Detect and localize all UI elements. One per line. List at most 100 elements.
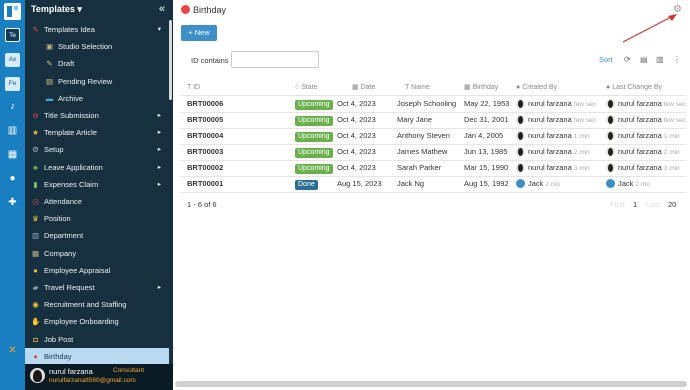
pdf-icon[interactable]: ▤ (640, 55, 648, 64)
table-row[interactable]: BRT00004 Upcoming Oct 4, 2023 Anthony Steve… (181, 128, 686, 144)
collapse-sidebar-icon[interactable]: « (159, 3, 165, 15)
export-icon[interactable]: ▥ (656, 55, 664, 64)
palm-icon: ♣ (33, 162, 38, 172)
user-footer[interactable]: nurul farzana Consultant nurulfarzana856… (25, 364, 173, 390)
workspace-te[interactable]: Te (5, 28, 20, 42)
sidebar-item-label: Travel Request (44, 283, 95, 292)
gear-icon: ⚙ (32, 145, 39, 155)
app-logo[interactable] (4, 3, 21, 20)
sidebar-title: Templates (31, 4, 75, 14)
cell-changed-by: Jack 2 mo (618, 176, 690, 192)
col-header-name[interactable]: T Name (405, 80, 430, 95)
sidebar-item-attendance[interactable]: ◷ Attendance (25, 193, 169, 210)
col-header-birthday[interactable]: ▦ Birthday (464, 80, 498, 95)
pager-size[interactable]: 20 (668, 200, 676, 209)
sidebar-item-label: Department (44, 231, 84, 241)
cell-name: Anthony Steven (397, 131, 450, 140)
sidebar-item-employee-onboarding[interactable]: ✋ Employee Onboarding (25, 313, 169, 330)
sidebar-item-travel-request[interactable]: ▰ Travel Request ▸ (25, 279, 169, 296)
workspace-fe[interactable]: Fe (5, 77, 20, 91)
status-badge: Upcoming (295, 100, 333, 110)
annotation-arrow (622, 14, 677, 43)
sidebar-item-title-submission[interactable]: ⊖ Title Submission ▸ (25, 107, 169, 124)
sidebar-item-template-article[interactable]: ★ Template Article ▸ (25, 124, 169, 141)
chart-icon[interactable]: ▥ (6, 125, 19, 137)
bell-icon[interactable]: ♪ (6, 101, 19, 113)
table-row[interactable]: BRT00002 Upcoming Oct 4, 2023 Sarah Parker M… (181, 160, 686, 176)
avatar (516, 147, 525, 156)
sidebar-item-draft[interactable]: ✎ Draft (25, 55, 169, 72)
pending-icon: ▤ (45, 76, 54, 86)
table-row[interactable]: BRT00001 Done Aug 15, 2023 Jack Ng Aug 15, 1… (181, 176, 686, 192)
workspace-ax[interactable]: Ax (5, 53, 20, 67)
more-vertical-icon[interactable]: ⋮ (673, 55, 681, 64)
cell-birthday: May 22, 1953 (464, 99, 510, 108)
table-row[interactable]: BRT00005 Upcoming Oct 4, 2023 Mary Jane Dec … (181, 112, 686, 128)
studio-icon: ▣ (45, 42, 54, 52)
sidebar-item-recruitment-and-staffing[interactable]: ◉ Recruitment and Staffing (25, 296, 169, 313)
sidebar-item-leave-application[interactable]: ♣ Leave Application ▸ (25, 159, 169, 176)
user-role: Consultant (113, 367, 145, 374)
pager-page[interactable]: 1 (633, 200, 637, 209)
sidebar-item-employee-appraisal[interactable]: ● Employee Appraisal (25, 262, 169, 279)
avatar (516, 179, 525, 188)
col-header-id[interactable]: T ID (187, 80, 200, 95)
row-divider (181, 192, 686, 193)
sidebar-item-job-post[interactable]: ◘ Job Post (25, 331, 169, 348)
add-user-icon[interactable]: ✚ (6, 197, 19, 209)
pager-first[interactable]: First (610, 200, 625, 209)
tools-icon[interactable]: ✕ (6, 345, 19, 357)
cell-name: Joseph Schooling (397, 99, 457, 108)
time-ago: 2 min (663, 149, 680, 156)
team-icon[interactable]: ● (6, 173, 19, 185)
cell-date: Oct 4, 2023 (337, 115, 376, 124)
sidebar-item-label: Draft (58, 59, 75, 69)
cell-created-by: nurul farzana 2 min (528, 144, 606, 160)
pencil-icon: ✎ (32, 25, 39, 34)
record-count: 1 - 6 of 6 (187, 200, 217, 209)
sidebar-item-label: Setup (44, 145, 64, 155)
sidebar-item-expenses-claim[interactable]: ▮ Expenses Claim ▸ (25, 176, 169, 193)
sidebar-item-label: Employee Onboarding (44, 317, 119, 327)
avatar (606, 163, 615, 172)
horizontal-scrollbar[interactable] (175, 381, 687, 387)
col-header-state[interactable]: ○ State (295, 80, 318, 95)
table-row[interactable]: BRT00006 Upcoming Oct 4, 2023 Joseph School… (181, 96, 686, 112)
sidebar-item-archive[interactable]: ▬ Archive (25, 90, 169, 107)
pager-last[interactable]: Last (646, 200, 660, 209)
sidebar-item-position[interactable]: ♛ Position (25, 210, 169, 227)
new-button[interactable]: + New (181, 25, 217, 41)
avatar (516, 115, 525, 124)
col-id-label: ID (193, 84, 201, 91)
cell-created-by: nurul farzana few sec (528, 112, 606, 128)
col-header-created-by[interactable]: ● Created By (516, 80, 557, 95)
sidebar-header[interactable]: Templates ▾ (31, 4, 82, 15)
filter-field[interactable]: ID (191, 56, 199, 65)
calendar-icon[interactable]: ▦ (6, 149, 19, 161)
sidebar-item-department[interactable]: ▥ Department (25, 227, 169, 244)
col-header-last-change-by[interactable]: ● Last Change By (606, 80, 662, 95)
sidebar-item-company[interactable]: ▦ Company (25, 245, 169, 262)
cell-created-by: nurul farzana few sec (528, 96, 606, 112)
building-icon: ▥ (31, 231, 40, 241)
sidebar-item-label: Birthday (44, 351, 72, 361)
time-ago: few sec (573, 101, 596, 108)
filter-operator[interactable]: contains (201, 56, 229, 65)
sidebar-item-studio-selection[interactable]: ▣ Studio Selection (25, 38, 169, 55)
sidebar-item-pending-review[interactable]: ▤ Pending Review (25, 73, 169, 90)
refresh-icon[interactable]: ⟳ (624, 55, 631, 64)
table-row[interactable]: BRT00003 Upcoming Oct 4, 2023 James Mathew J… (181, 144, 686, 160)
sort-button[interactable]: Sort (599, 55, 613, 64)
avatar (606, 179, 615, 188)
col-birthday-label: Birthday (472, 84, 499, 91)
sidebar-item-birthday[interactable]: ● Birthday (25, 347, 169, 365)
sidebar-item-templates-idea[interactable]: ✎ Templates Idea ▾ (25, 21, 169, 38)
filter-input[interactable] (231, 51, 319, 68)
sidebar-scrollbar[interactable] (169, 20, 172, 100)
col-last-change-label: Last Change By (612, 84, 662, 91)
star-icon: ★ (32, 128, 39, 138)
sidebar-item-setup[interactable]: ⚙ Setup ▸ (25, 141, 169, 158)
cell-name: Mary Jane (397, 115, 433, 124)
sidebar-item-label: Templates Idea (44, 25, 95, 34)
col-header-date[interactable]: ▦ Date (352, 80, 375, 95)
